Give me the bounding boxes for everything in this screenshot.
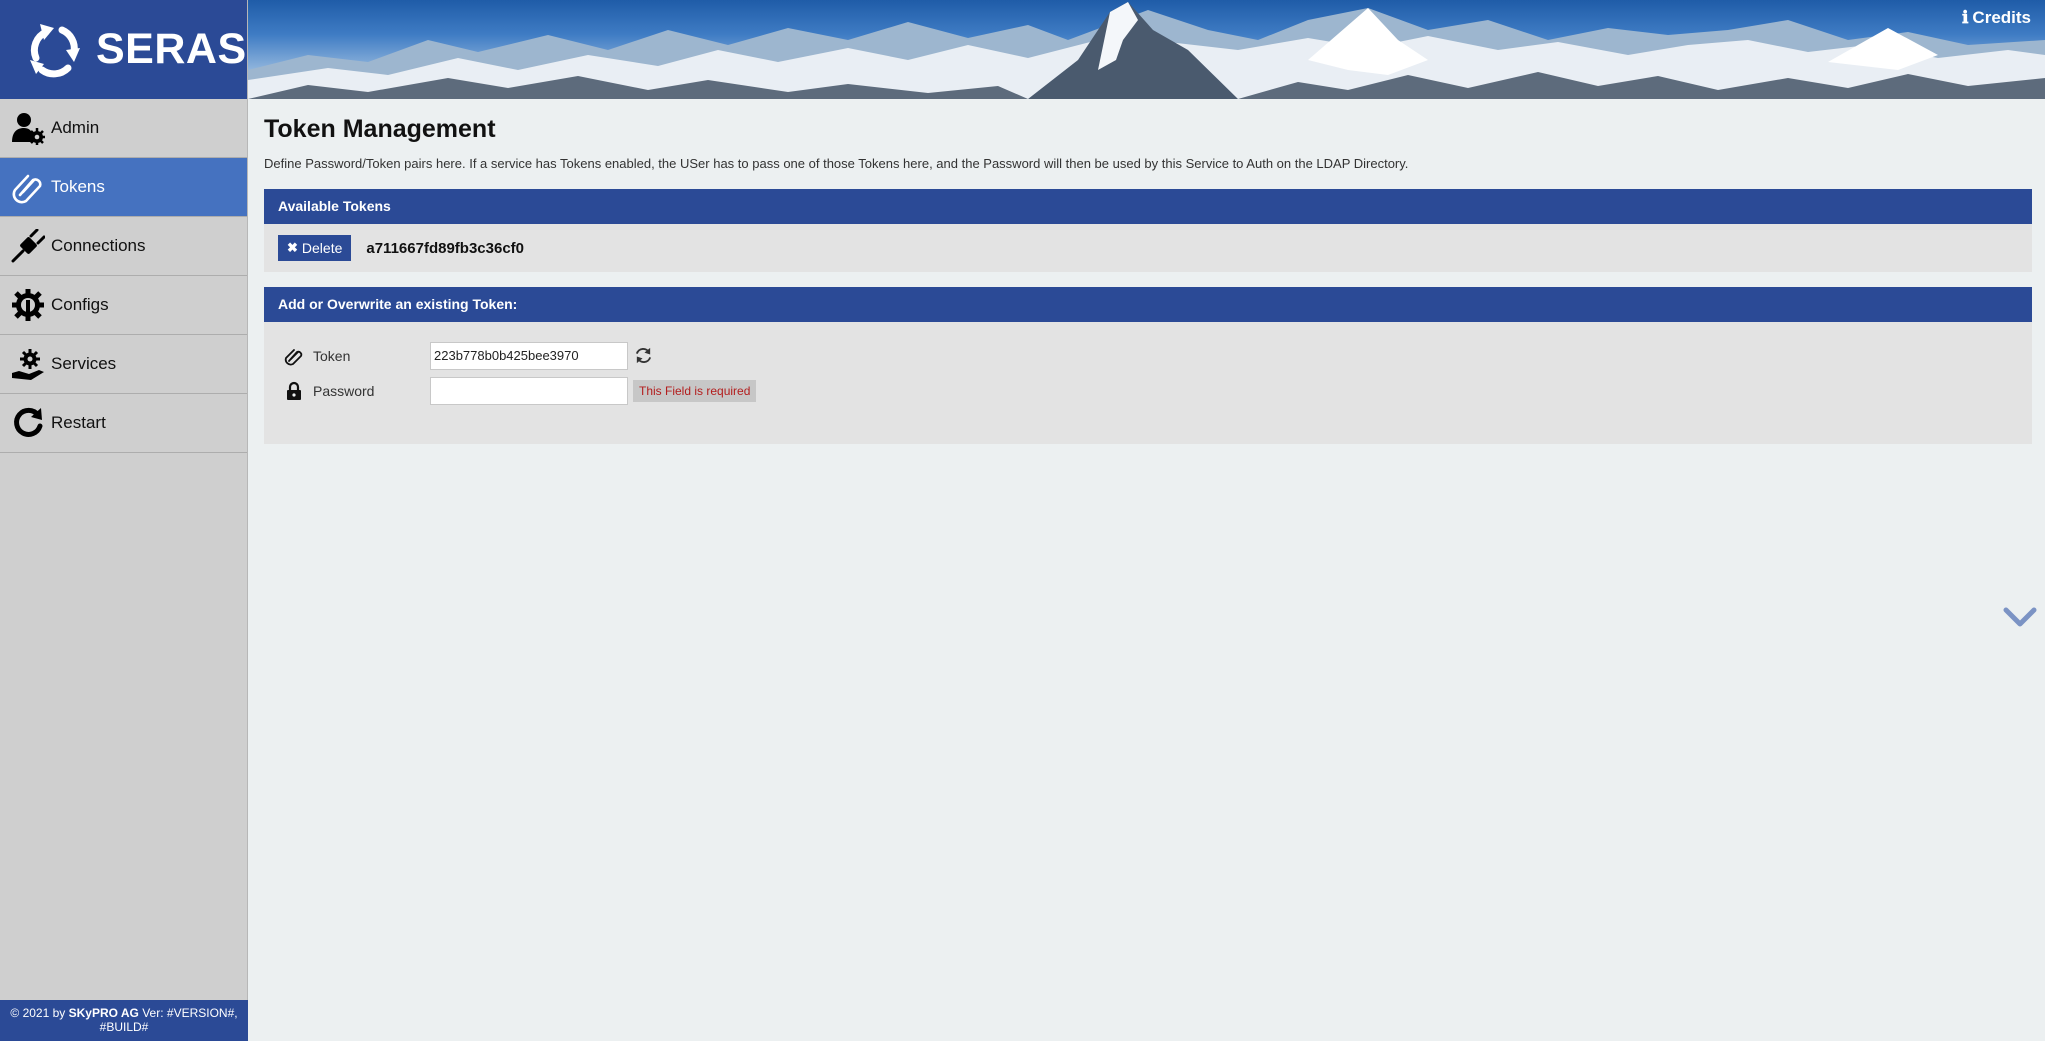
page-description: Define Password/Token pairs here. If a s… xyxy=(264,156,1409,171)
sidebar-item-tokens[interactable]: Tokens xyxy=(0,158,247,217)
gear-wrench-icon xyxy=(10,287,46,323)
sidebar-item-label: Connections xyxy=(51,236,146,255)
available-tokens-heading: Available Tokens xyxy=(264,189,2032,224)
page-title: Token Management xyxy=(264,115,496,143)
main-content: Token Management Define Password/Token p… xyxy=(264,99,2032,444)
recycle-arrows-icon xyxy=(30,23,80,77)
chevron-down-icon[interactable] xyxy=(2003,600,2037,634)
token-value: a711667fd89fb3c36cf0 xyxy=(366,239,524,257)
sidebar-item-label: Restart xyxy=(51,413,106,432)
password-field-row: Password This Field is required xyxy=(284,373,2032,408)
add-token-heading: Add or Overwrite an existing Token: xyxy=(264,287,2032,322)
credits-link[interactable]: ℹ Credits xyxy=(1962,8,2031,28)
delete-label: Delete xyxy=(301,240,343,256)
password-input[interactable] xyxy=(430,376,628,405)
sidebar-item-services[interactable]: Services xyxy=(0,335,247,394)
paperclip-icon xyxy=(10,169,46,205)
sidebar-item-label: Tokens xyxy=(51,177,105,196)
footer-company: SKyPRO AG xyxy=(68,1006,139,1020)
sidebar: SERAS Admin Tokens Connections Configs S… xyxy=(0,0,248,1041)
copyright-icon: © xyxy=(10,1006,20,1020)
add-token-panel: Add or Overwrite an existing Token: Toke… xyxy=(264,287,2032,444)
token-field-row: Token xyxy=(284,338,2032,373)
sidebar-item-label: Admin xyxy=(51,118,100,137)
info-icon: ℹ xyxy=(1961,8,1969,28)
restart-icon xyxy=(10,405,46,441)
token-input[interactable] xyxy=(430,341,628,370)
delete-token-button[interactable]: ✖ Delete xyxy=(278,235,352,261)
credits-label: Credits xyxy=(1972,8,2031,27)
sidebar-footer: © 2021 by SKyPRO AG Ver: #VERSION#, #BUI… xyxy=(0,1000,248,1041)
sidebar-item-connections[interactable]: Connections xyxy=(0,217,247,276)
refresh-icon[interactable] xyxy=(634,346,653,365)
plug-icon xyxy=(10,228,46,264)
app-logo[interactable]: SERAS xyxy=(0,0,247,99)
sidebar-item-configs[interactable]: Configs xyxy=(0,276,247,335)
password-error-message: This Field is required xyxy=(633,379,757,402)
close-icon: ✖ xyxy=(287,240,298,255)
password-label: Password xyxy=(313,382,375,399)
token-label: Token xyxy=(313,347,351,364)
available-tokens-panel: Available Tokens ✖ Delete a711667fd89fb3… xyxy=(264,189,2032,272)
paperclip-icon xyxy=(284,346,304,366)
admin-user-gear-icon xyxy=(10,110,46,146)
token-row: ✖ Delete a711667fd89fb3c36cf0 xyxy=(264,224,2032,272)
sidebar-item-restart[interactable]: Restart xyxy=(0,394,247,453)
add-token-form: Token Password This Field is required xyxy=(264,322,2032,444)
lock-icon xyxy=(284,381,304,401)
sidebar-item-label: Services xyxy=(51,354,117,373)
footer-prefix: 2021 by xyxy=(22,1006,69,1020)
sidebar-item-admin[interactable]: Admin xyxy=(0,99,247,158)
hand-gear-icon xyxy=(10,346,46,382)
mountain-banner-image xyxy=(248,2,2045,99)
header-banner: ℹ Credits xyxy=(248,0,2045,99)
sidebar-item-label: Configs xyxy=(51,295,109,314)
app-name: SERAS xyxy=(96,25,247,73)
